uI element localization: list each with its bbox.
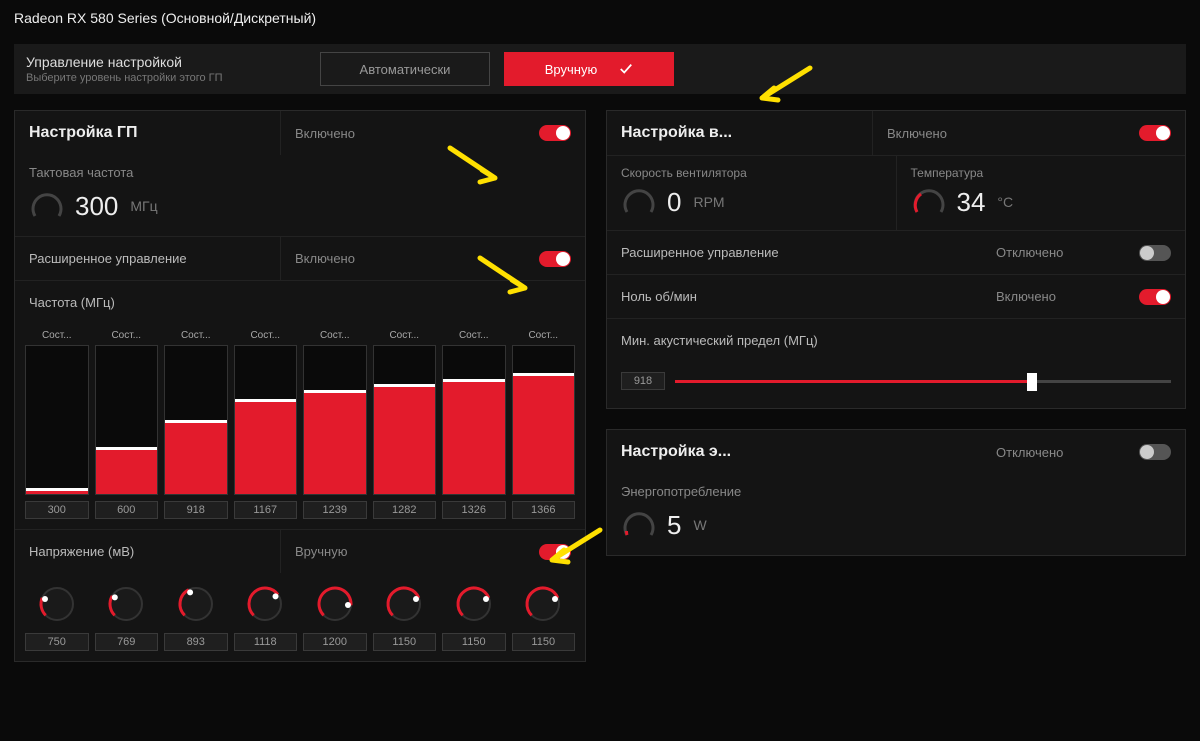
manual-button-label: Вручную — [545, 62, 597, 77]
gpu-title: Radeon RX 580 Series (Основной/Дискретны… — [0, 0, 1200, 36]
voltage-knob[interactable] — [105, 583, 147, 625]
voltage-value-input[interactable]: 769 — [95, 633, 159, 651]
voltage-value-input[interactable]: 1200 — [303, 633, 367, 651]
frequency-label: Частота (МГц) — [29, 295, 115, 310]
fan-gauge-icon — [621, 184, 657, 220]
frequency-value-input[interactable]: 1167 — [234, 501, 298, 519]
frequency-bar[interactable] — [512, 345, 576, 495]
gpu-tuning-header: Настройка ГП — [29, 124, 138, 142]
state-label: Сост... — [164, 330, 228, 341]
frequency-value-input[interactable]: 1239 — [303, 501, 367, 519]
tuning-control-bar: Управление настройкой Выберите уровень н… — [14, 44, 1186, 94]
gpu-enabled-label: Включено — [295, 126, 355, 141]
voltage-value-input[interactable]: 893 — [164, 633, 228, 651]
voltage-knob[interactable] — [453, 583, 495, 625]
voltage-label: Напряжение (мВ) — [29, 544, 134, 559]
state-label: Сост... — [442, 330, 506, 341]
voltage-knob[interactable] — [383, 583, 425, 625]
power-consumption-label: Энергопотребление — [607, 474, 1185, 499]
manual-button[interactable]: Вручную — [504, 52, 674, 86]
clock-gauge-icon — [29, 188, 65, 224]
frequency-bar[interactable] — [25, 345, 89, 495]
fan-tuning-header: Настройка в... — [621, 124, 732, 142]
voltage-value-input[interactable]: 750 — [25, 633, 89, 651]
frequency-bar[interactable] — [373, 345, 437, 495]
gpu-tuning-panel: Настройка ГП Включено Тактовая частота 3… — [14, 110, 586, 662]
zero-rpm-value: Включено — [996, 289, 1056, 304]
temperature-value: 34 — [957, 187, 986, 218]
voltage-knob[interactable] — [175, 583, 217, 625]
frequency-bar[interactable] — [95, 345, 159, 495]
power-tuning-header: Настройка э... — [621, 443, 731, 461]
fan-enabled-toggle[interactable] — [1139, 125, 1171, 141]
fan-advanced-value: Отключено — [996, 245, 1063, 260]
tuning-control-title: Управление настройкой — [26, 54, 306, 70]
fan-speed-label: Скорость вентилятора — [621, 162, 882, 180]
state-label: Сост... — [512, 330, 576, 341]
voltage-value-input[interactable]: 1118 — [234, 633, 298, 651]
voltage-knob[interactable] — [522, 583, 564, 625]
voltage-mode-toggle[interactable] — [539, 544, 571, 560]
frequency-value-input[interactable]: 1366 — [512, 501, 576, 519]
power-enabled-toggle[interactable] — [1139, 444, 1171, 460]
frequency-bar[interactable] — [234, 345, 298, 495]
frequency-bar[interactable] — [303, 345, 367, 495]
clock-unit: МГц — [130, 198, 157, 214]
power-consumption-unit: W — [693, 517, 706, 533]
gpu-advanced-toggle[interactable] — [539, 251, 571, 267]
state-label: Сост... — [303, 330, 367, 341]
voltage-value-input[interactable]: 1150 — [373, 633, 437, 651]
zero-rpm-label: Ноль об/мин — [621, 289, 697, 304]
frequency-value-input[interactable]: 600 — [95, 501, 159, 519]
frequency-value-input[interactable]: 1326 — [442, 501, 506, 519]
voltage-mode-label: Вручную — [295, 544, 347, 559]
acoustic-limit-value[interactable]: 918 — [621, 372, 665, 390]
state-label: Сост... — [25, 330, 89, 341]
frequency-bar[interactable] — [442, 345, 506, 495]
power-consumption-value: 5 — [667, 510, 681, 541]
gpu-advanced-value: Включено — [295, 251, 355, 266]
gpu-advanced-label: Расширенное управление — [29, 251, 187, 266]
voltage-knob[interactable] — [36, 583, 78, 625]
tuning-control-subtitle: Выберите уровень настройки этого ГП — [26, 72, 306, 84]
temperature-label: Температура — [911, 162, 1172, 180]
power-tuning-panel: Настройка э... Отключено Энергопотреблен… — [606, 429, 1186, 556]
state-label: Сост... — [95, 330, 159, 341]
power-enabled-label: Отключено — [996, 445, 1063, 460]
fan-speed-unit: RPM — [693, 194, 724, 210]
frequency-bar[interactable] — [164, 345, 228, 495]
voltage-value-input[interactable]: 1150 — [442, 633, 506, 651]
clock-value: 300 — [75, 191, 118, 222]
clock-speed-label: Тактовая частота — [15, 155, 585, 180]
fan-enabled-label: Включено — [887, 126, 947, 141]
voltage-value-input[interactable]: 1150 — [512, 633, 576, 651]
state-label: Сост... — [373, 330, 437, 341]
fan-tuning-panel: Настройка в... Включено Скорость вентиля… — [606, 110, 1186, 409]
acoustic-limit-slider[interactable] — [675, 374, 1171, 388]
auto-button[interactable]: Автоматически — [320, 52, 490, 86]
state-label: Сост... — [234, 330, 298, 341]
frequency-value-input[interactable]: 1282 — [373, 501, 437, 519]
temp-gauge-icon — [911, 184, 947, 220]
fan-advanced-toggle[interactable] — [1139, 245, 1171, 261]
acoustic-limit-label: Мин. акустический предел (МГц) — [621, 333, 818, 348]
temperature-unit: °C — [997, 194, 1013, 210]
frequency-value-input[interactable]: 918 — [164, 501, 228, 519]
voltage-knob[interactable] — [314, 583, 356, 625]
check-icon — [619, 62, 633, 76]
zero-rpm-toggle[interactable] — [1139, 289, 1171, 305]
voltage-knob[interactable] — [244, 583, 286, 625]
gpu-enabled-toggle[interactable] — [539, 125, 571, 141]
fan-speed-value: 0 — [667, 187, 681, 218]
power-gauge-icon — [621, 507, 657, 543]
frequency-value-input[interactable]: 300 — [25, 501, 89, 519]
fan-advanced-label: Расширенное управление — [621, 245, 779, 260]
